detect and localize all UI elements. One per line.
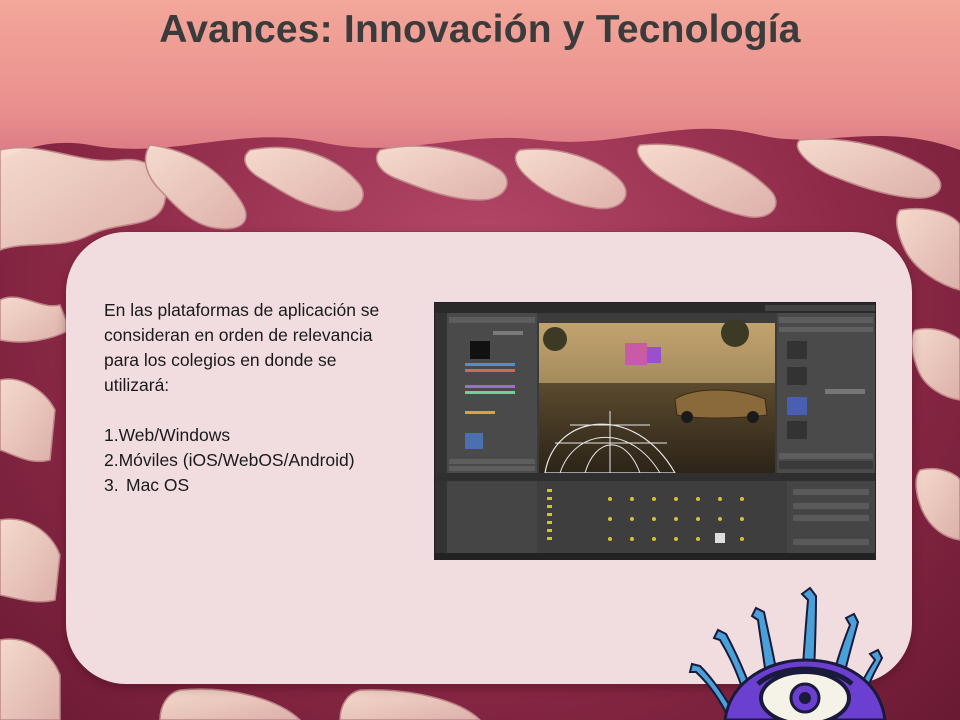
list-item-number: 2. — [104, 450, 119, 470]
list-item-number: 1. — [104, 425, 119, 445]
slide: Avances: Innovación y Tecnología En las … — [0, 0, 960, 720]
list-item-label: Mac OS — [126, 475, 190, 495]
list-item-label: Web/Windows — [118, 425, 231, 445]
list-item: 2.Móviles (iOS/WebOS/Android) — [104, 448, 404, 473]
platform-list: 1.Web/Windows 2.Móviles (iOS/WebOS/Andro… — [104, 423, 404, 498]
list-item: 1.Web/Windows — [104, 423, 404, 448]
editor-screenshot-image — [434, 302, 876, 560]
slide-title: Avances: Innovación y Tecnología — [159, 8, 801, 51]
editor-screenshot-drawing — [435, 303, 875, 559]
cartoon-monster-illustration — [688, 586, 887, 720]
intro-paragraph: En las plataformas de aplicación se cons… — [104, 300, 380, 395]
list-item-label: Móviles (iOS/WebOS/Android) — [118, 450, 355, 470]
list-item-number: 3. — [104, 475, 119, 495]
list-item: 3. Mac OS — [104, 473, 404, 498]
body-text: En las plataformas de aplicación se cons… — [104, 298, 404, 498]
